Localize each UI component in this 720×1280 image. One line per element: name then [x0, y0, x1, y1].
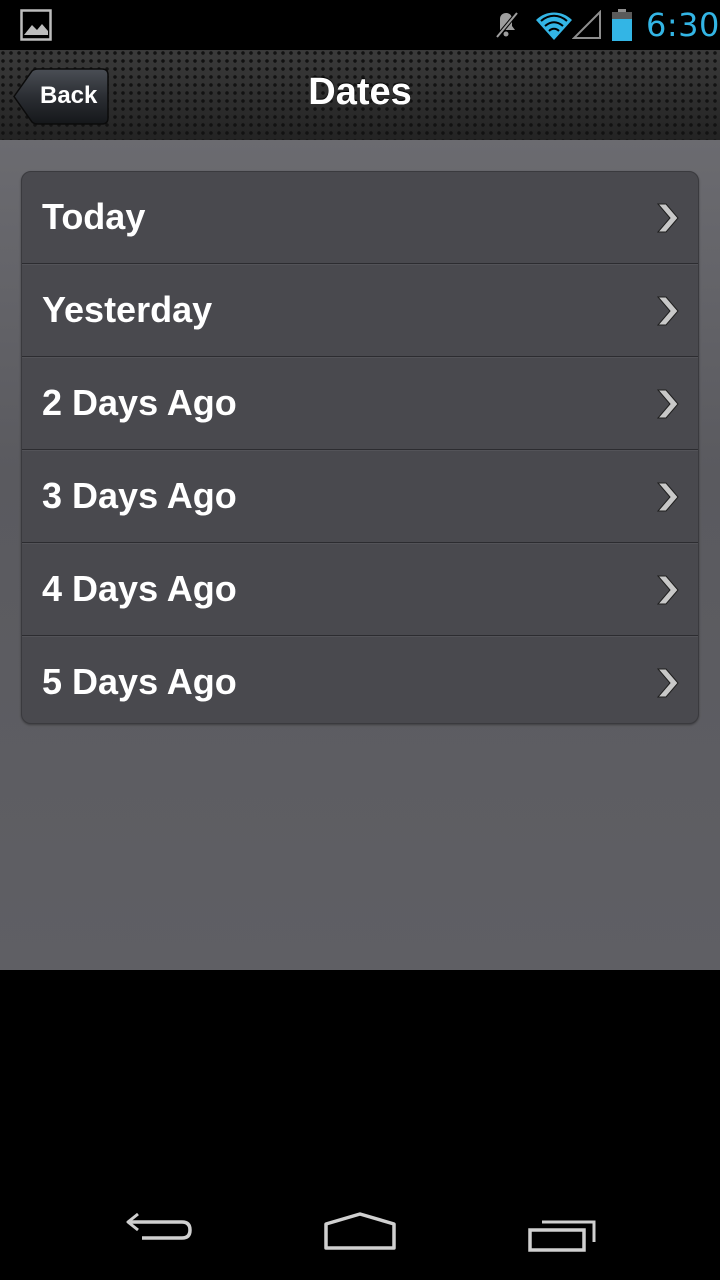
- image-notification-icon: [20, 9, 52, 41]
- chevron-right-icon: [656, 389, 679, 419]
- back-nav-icon[interactable]: [124, 1206, 196, 1246]
- list-item-label: Today: [42, 196, 146, 237]
- list-item-label: 2 Days Ago: [42, 382, 237, 423]
- chevron-right-icon: [656, 296, 679, 326]
- content-area: Today Yesterday 2 Days Ago 3 Days Ago 4 …: [0, 140, 720, 970]
- list-item-4-days-ago[interactable]: 4 Days Ago: [22, 543, 698, 636]
- list-item-label: 3 Days Ago: [42, 475, 237, 516]
- list-item-5-days-ago[interactable]: 5 Days Ago: [22, 636, 698, 723]
- list-item-3-days-ago[interactable]: 3 Days Ago: [22, 450, 698, 543]
- battery-icon: [612, 9, 632, 41]
- mute-icon: [495, 11, 519, 39]
- home-nav-icon[interactable]: [322, 1212, 398, 1252]
- title-bar: Back Dates: [0, 50, 720, 141]
- list-item-today[interactable]: Today: [22, 172, 698, 264]
- status-bar: 6:30: [0, 0, 720, 50]
- recents-nav-icon[interactable]: [526, 1216, 598, 1254]
- list-item-yesterday[interactable]: Yesterday: [22, 264, 698, 357]
- chevron-right-icon: [656, 668, 679, 698]
- chevron-right-icon: [656, 575, 679, 605]
- wifi-icon: [536, 12, 572, 40]
- list-item-label: Yesterday: [42, 289, 213, 330]
- system-nav-bar: [0, 970, 720, 1280]
- signal-icon: [572, 10, 601, 39]
- chevron-right-icon: [656, 203, 679, 233]
- page-title: Dates: [308, 71, 412, 113]
- dates-list: Today Yesterday 2 Days Ago 3 Days Ago 4 …: [21, 171, 699, 724]
- chevron-right-icon: [656, 482, 679, 512]
- list-item-2-days-ago[interactable]: 2 Days Ago: [22, 357, 698, 450]
- list-item-label: 4 Days Ago: [42, 568, 237, 609]
- clock: 6:30: [646, 6, 720, 44]
- list-item-label: 5 Days Ago: [42, 661, 237, 702]
